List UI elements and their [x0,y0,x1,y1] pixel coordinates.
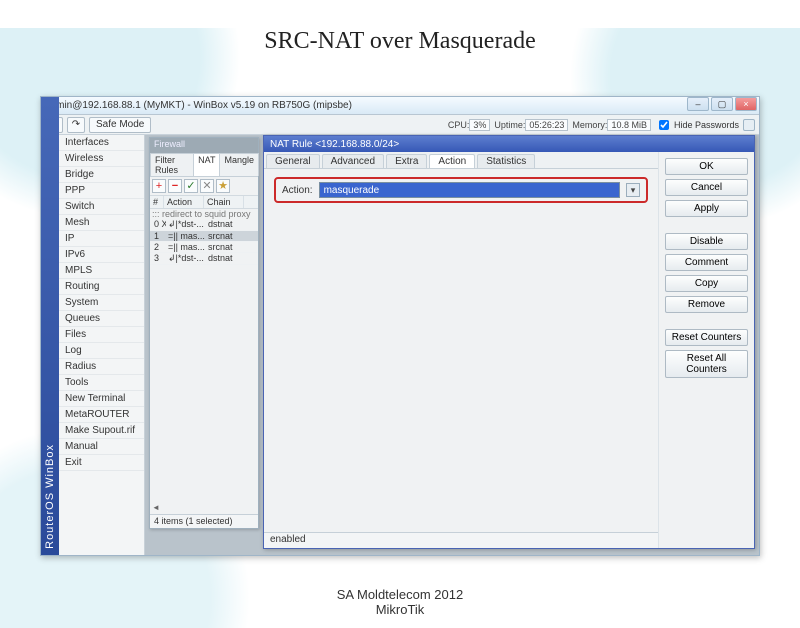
vertical-brand-bar: RouterOS WinBox [41,97,59,555]
uptime-stat: Uptime:05:26:23 [494,120,568,130]
firewall-tab-mangle[interactable]: Mangle [219,153,259,176]
menu-item-interfaces[interactable]: Interfaces [59,135,144,151]
slide-footer: SA Moldtelecom 2012 MikroTik [0,587,800,618]
menu-item-wireless[interactable]: Wireless [59,151,144,167]
menu-item-mpls[interactable]: MPLS [59,263,144,279]
firewall-window: Firewall Filter RulesNATMangle + − ✓ ✕ ★… [149,137,259,529]
menu-item-new-terminal[interactable]: New Terminal [59,391,144,407]
action-label: Action: [282,185,313,196]
firewall-title: Firewall [150,138,258,153]
minimize-button[interactable]: – [687,97,709,111]
apply-button[interactable]: Apply [665,200,748,217]
table-row[interactable]: 2=|| mas...srcnat [150,242,258,253]
table-row[interactable]: 0 X↲|*dst-...dstnat [150,219,258,231]
disable-rule-button[interactable]: ✕ [200,179,214,193]
menu-item-switch[interactable]: Switch [59,199,144,215]
cpu-stat: CPU:3% [448,120,491,130]
winbox-window: admin@192.168.88.1 (MyMKT) - WinBox v5.1… [40,96,760,556]
menu-item-ipv6[interactable]: IPv6 [59,247,144,263]
firewall-tab-nat[interactable]: NAT [193,153,220,176]
menu-item-exit[interactable]: Exit [59,455,144,471]
workspace: Firewall Filter RulesNATMangle + − ✓ ✕ ★… [145,135,759,555]
comment-rule-button[interactable]: ★ [216,179,230,193]
enable-rule-button[interactable]: ✓ [184,179,198,193]
dropdown-arrow-icon[interactable]: ▾ [626,183,640,197]
safe-mode-button[interactable]: Safe Mode [89,117,151,133]
slide-title: SRC-NAT over Masquerade [0,28,800,55]
nat-rule-content: Action: masquerade ▾ [264,168,658,532]
menu-item-manual[interactable]: Manual [59,439,144,455]
firewall-table-header: # Action Chain [150,196,258,209]
firewall-tabs: Filter RulesNATMangle [150,153,258,177]
nat-tab-advanced[interactable]: Advanced [322,154,384,168]
reset-counters-button[interactable]: Reset Counters [665,329,748,346]
nat-rule-window: NAT Rule <192.168.88.0/24> GeneralAdvanc… [263,135,755,549]
nat-rule-title: NAT Rule <192.168.88.0/24> [264,136,754,152]
menu-item-log[interactable]: Log [59,343,144,359]
comment-button[interactable]: Comment [665,254,748,271]
menu-item-files[interactable]: Files [59,327,144,343]
nat-tab-action[interactable]: Action [429,154,475,168]
firewall-toolbar: + − ✓ ✕ ★ [150,177,258,196]
menu-item-ip[interactable]: IP [59,231,144,247]
window-title: admin@192.168.88.1 (MyMKT) - WinBox v5.1… [45,100,352,111]
lock-icon[interactable] [743,119,755,131]
action-dropdown[interactable]: masquerade [319,182,620,198]
menu-item-routing[interactable]: Routing [59,279,144,295]
ok-button[interactable]: OK [665,158,748,175]
close-button[interactable]: × [735,97,757,111]
menu-item-tools[interactable]: Tools [59,375,144,391]
firewall-rows: 0 X↲|*dst-...dstnat1=|| mas...srcnat2=||… [150,219,258,265]
cancel-button[interactable]: Cancel [665,179,748,196]
firewall-tab-filter-rules[interactable]: Filter Rules [150,153,194,176]
titlebar: admin@192.168.88.1 (MyMKT) - WinBox v5.1… [41,97,759,115]
scroll-left-icon[interactable]: ◄ [152,503,160,512]
menu-item-mesh[interactable]: Mesh [59,215,144,231]
remove-rule-button[interactable]: − [168,179,182,193]
nat-rule-buttons: OK Cancel Apply Disable Comment Copy Rem… [658,152,754,548]
menu-item-system[interactable]: System [59,295,144,311]
reset-all-counters-button[interactable]: Reset All Counters [665,350,748,378]
maximize-button[interactable]: ▢ [711,97,733,111]
memory-stat: Memory:10.8 MiB [572,120,651,130]
disable-button[interactable]: Disable [665,233,748,250]
firewall-comment-row: ::: redirect to squid proxy [150,209,258,219]
add-rule-button[interactable]: + [152,179,166,193]
menu-item-queues[interactable]: Queues [59,311,144,327]
menu-item-radius[interactable]: Radius [59,359,144,375]
nat-tab-extra[interactable]: Extra [386,154,427,168]
action-field-highlight: Action: masquerade ▾ [274,177,648,203]
copy-button[interactable]: Copy [665,275,748,292]
main-toolbar: ↶ ↷ Safe Mode CPU:3% Uptime:05:26:23 Mem… [41,115,759,135]
menu-item-ppp[interactable]: PPP [59,183,144,199]
nat-tab-statistics[interactable]: Statistics [477,154,535,168]
nat-tab-general[interactable]: General [266,154,320,168]
table-row[interactable]: 1=|| mas...srcnat [150,231,258,242]
side-menu: InterfacesWirelessBridgePPPSwitchMeshIPI… [59,135,145,555]
remove-button[interactable]: Remove [665,296,748,313]
nat-rule-status: enabled [264,532,658,548]
menu-item-make-supout-rif[interactable]: Make Supout.rif [59,423,144,439]
firewall-status: 4 items (1 selected) [150,514,258,528]
table-row[interactable]: 3↲|*dst-...dstnat [150,253,258,265]
redo-button[interactable]: ↷ [67,117,85,133]
menu-item-bridge[interactable]: Bridge [59,167,144,183]
nat-rule-tabs: GeneralAdvancedExtraActionStatistics [264,152,658,168]
hide-passwords-checkbox[interactable]: Hide Passwords [655,117,739,133]
menu-item-metarouter[interactable]: MetaROUTER [59,407,144,423]
